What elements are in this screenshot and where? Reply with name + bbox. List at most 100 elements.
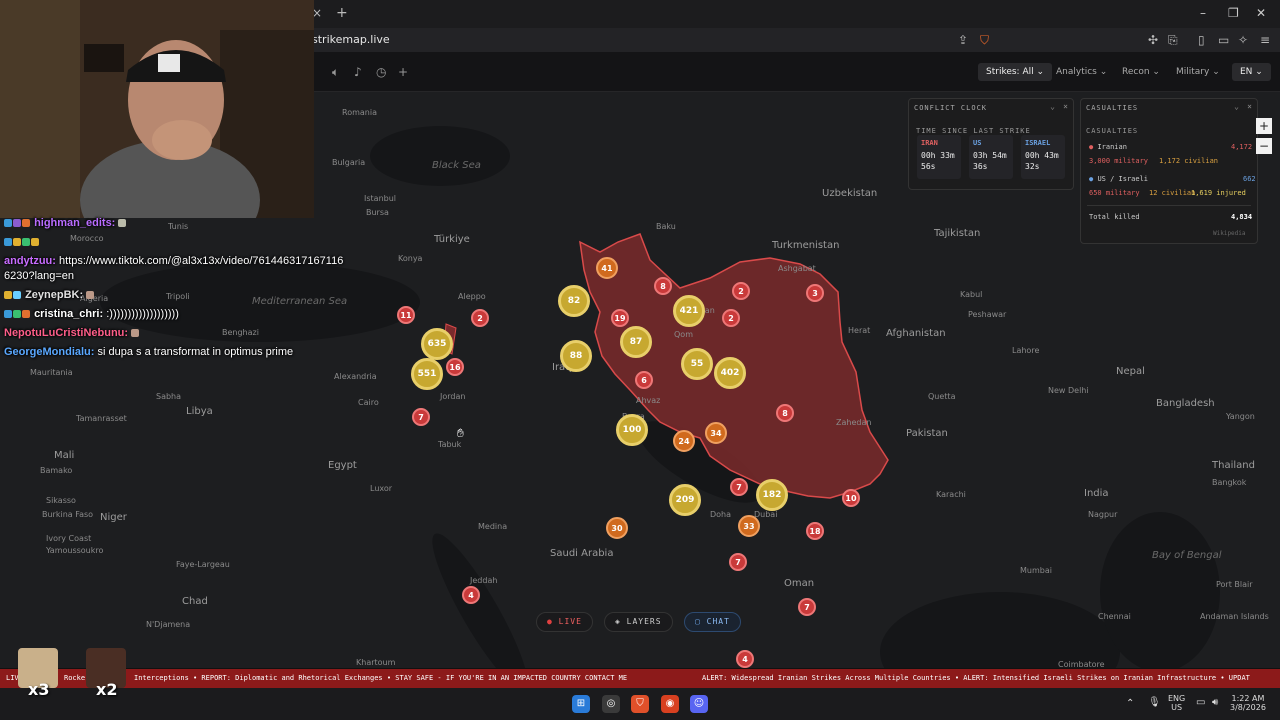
badge-icon (13, 219, 21, 228)
collapse-icon[interactable]: ⌄ (1050, 102, 1055, 111)
leo-icon[interactable]: ✧ (1238, 33, 1248, 47)
us-label: US / Israeli (1097, 175, 1149, 183)
clock-display[interactable]: 1:22 AM 3/8/2026 (1230, 694, 1266, 712)
stream-chat: highman_edits: andytzuu: https://www.tik… (4, 216, 344, 364)
chat-message: GeorgeMondialu: si dupa s a transformat … (4, 345, 344, 360)
sidebar-icon[interactable]: ▯ (1198, 33, 1205, 47)
strike-cluster-marker[interactable]: 7 (798, 598, 816, 616)
clock-us-seconds: 36s (973, 162, 988, 171)
strike-cluster-marker[interactable]: 24 (673, 430, 695, 452)
strike-cluster-marker[interactable]: 635 (421, 328, 453, 360)
language-select[interactable]: EN ⌄ (1232, 63, 1271, 81)
network-icon[interactable]: ▭ (1196, 697, 1205, 708)
menu-icon[interactable]: ≡ (1260, 33, 1270, 47)
place-label: Uzbekistan (822, 188, 878, 199)
language-indicator[interactable]: ENG US (1168, 694, 1185, 712)
strike-cluster-marker[interactable]: 34 (705, 422, 727, 444)
strike-cluster-marker[interactable]: 4 (736, 650, 754, 668)
strike-cluster-marker[interactable]: 2 (471, 309, 489, 327)
wallet-icon[interactable]: ▭ (1218, 33, 1229, 47)
chat-message (4, 235, 344, 250)
discord-icon[interactable]: ☺ (690, 695, 708, 713)
time-label: 1:22 AM (1231, 694, 1265, 703)
brave-browser-icon[interactable]: ⛉ (631, 695, 649, 713)
strike-cluster-marker[interactable]: 100 (616, 414, 648, 446)
sound-icon[interactable]: 🔈︎ (332, 65, 339, 80)
strike-cluster-marker[interactable]: 421 (673, 295, 705, 327)
place-label: Herat (848, 326, 871, 335)
window-close-icon[interactable]: ✕ (1256, 6, 1266, 20)
us-military: 650 military (1089, 189, 1140, 197)
strike-cluster-marker[interactable]: 33 (738, 515, 760, 537)
strike-cluster-marker[interactable]: 82 (558, 285, 590, 317)
tray-chevron-icon[interactable]: ⌃ (1126, 698, 1134, 709)
strike-cluster-marker[interactable]: 16 (446, 358, 464, 376)
filter-military[interactable]: Military ⌄ (1168, 63, 1228, 81)
layers-button[interactable]: ◈ LAYERS (604, 612, 673, 632)
clock-icon[interactable]: ◷ (376, 65, 386, 79)
windows-start-icon[interactable]: ⊞ (572, 695, 590, 713)
strike-cluster-marker[interactable]: 8 (776, 404, 794, 422)
strike-cluster-marker[interactable]: 7 (730, 478, 748, 496)
strike-cluster-marker[interactable]: 2 (732, 282, 750, 300)
strike-cluster-marker[interactable]: 11 (397, 306, 415, 324)
url-field[interactable]: strikemap.live (312, 33, 390, 46)
place-label: Afghanistan (886, 328, 946, 339)
add-icon[interactable]: + (398, 65, 408, 79)
place-label: Bangladesh (1156, 398, 1215, 409)
app-icon[interactable]: ◎ (602, 695, 620, 713)
translate-icon[interactable]: ⎘ (1168, 33, 1178, 48)
bell-icon[interactable]: ♪ (354, 65, 362, 79)
live-button[interactable]: ● LIVE (536, 612, 593, 632)
filter-analytics[interactable]: Analytics ⌄ (1048, 63, 1115, 81)
clock-iran-label: IRAN (921, 139, 938, 147)
strike-cluster-marker[interactable]: 551 (411, 358, 443, 390)
strike-cluster-marker[interactable]: 55 (681, 348, 713, 380)
strike-cluster-marker[interactable]: 41 (596, 257, 618, 279)
obs-icon[interactable]: ◉ (661, 695, 679, 713)
strike-cluster-marker[interactable]: 10 (842, 489, 860, 507)
strike-cluster-marker[interactable]: 6 (635, 371, 653, 389)
close-icon[interactable]: × (1247, 102, 1252, 111)
strike-cluster-marker[interactable]: 30 (606, 517, 628, 539)
strike-cluster-marker[interactable]: 19 (611, 309, 629, 327)
place-label: Mali (54, 450, 75, 461)
maximize-icon[interactable]: ❐ (1228, 6, 1239, 20)
strike-cluster-marker[interactable]: 402 (714, 357, 746, 389)
filter-recon[interactable]: Recon ⌄ (1114, 63, 1168, 81)
zoom-out-button[interactable]: − (1256, 138, 1272, 154)
brave-shield-icon[interactable]: ⛉ (980, 33, 989, 48)
zoom-in-button[interactable]: + (1256, 118, 1272, 134)
new-tab-icon[interactable]: + (336, 5, 348, 21)
strike-cluster-marker[interactable]: 7 (729, 553, 747, 571)
strike-cluster-marker[interactable]: 8 (654, 277, 672, 295)
iranian-military: 3,000 military (1089, 157, 1149, 165)
strike-cluster-marker[interactable]: 18 (806, 522, 824, 540)
extensions-icon[interactable]: ✣ (1148, 33, 1158, 47)
layers-icon: ◈ (615, 617, 621, 626)
filter-strikes[interactable]: Strikes: All ⌄ (978, 63, 1053, 81)
source-label[interactable]: Wikipedia (1213, 230, 1246, 237)
strike-cluster-marker[interactable]: 4 (462, 586, 480, 604)
strike-cluster-marker[interactable]: 7 (412, 408, 430, 426)
collapse-icon[interactable]: ⌄ (1234, 102, 1239, 111)
minimize-icon[interactable]: – (1200, 6, 1206, 20)
close-icon[interactable]: × (1063, 102, 1068, 111)
strike-cluster-marker[interactable]: 209 (669, 484, 701, 516)
strike-cluster-marker[interactable]: 88 (560, 340, 592, 372)
place-label: Quetta (928, 392, 956, 401)
ticker-text-2: ALERT: Widespread Iranian Strikes Across… (702, 674, 1250, 682)
place-label: Pakistan (906, 428, 948, 439)
share-icon[interactable]: ⇪ (958, 33, 968, 47)
bay-of-bengal-shape (1100, 512, 1220, 668)
strike-cluster-marker[interactable]: 182 (756, 479, 788, 511)
strike-cluster-marker[interactable]: 2 (722, 309, 740, 327)
chat-button[interactable]: ▢ CHAT (684, 612, 741, 632)
strike-cluster-marker[interactable]: 87 (620, 326, 652, 358)
casualties-panel: CASUALTIES ⌄ × CASUALTIES ● Iranian 4,17… (1080, 98, 1258, 244)
strike-cluster-marker[interactable]: 3 (806, 284, 824, 302)
place-label: Türkiye (434, 234, 470, 245)
volume-icon[interactable]: 🔊︎ (1212, 697, 1218, 708)
microphone-icon[interactable]: 🎙︎ (1148, 697, 1161, 708)
ticker-prefix-2: Rocke (64, 674, 86, 682)
